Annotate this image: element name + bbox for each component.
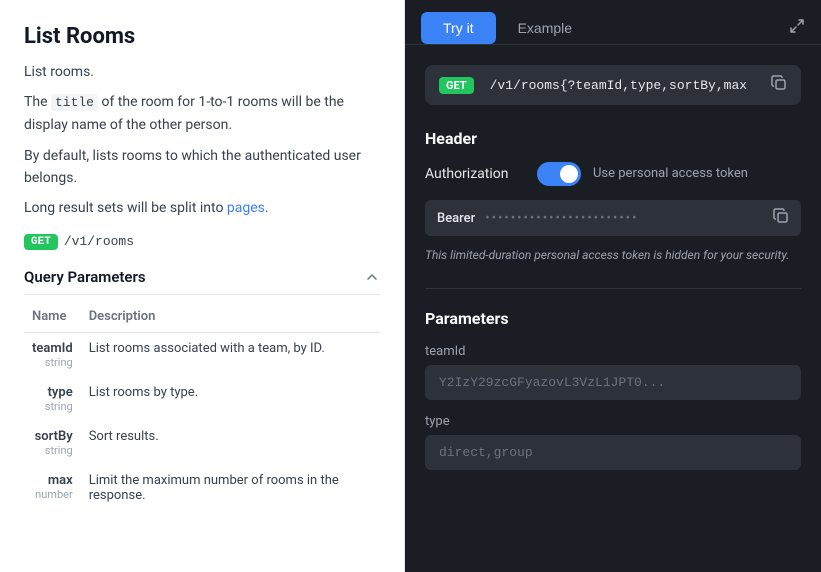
type-input[interactable] bbox=[425, 435, 801, 470]
header-section-title: Header bbox=[425, 129, 801, 148]
endpoint-text: /v1/rooms bbox=[64, 234, 134, 249]
teamid-input[interactable] bbox=[425, 365, 801, 400]
param-input-type: type bbox=[425, 414, 801, 470]
divider bbox=[425, 288, 801, 289]
param-desc-teamid: List rooms associated with a team, by ID… bbox=[81, 332, 380, 377]
tab-bar: Try it Example bbox=[405, 0, 821, 45]
auth-label: Authorization bbox=[425, 166, 525, 182]
param-type-sortby: string bbox=[32, 444, 73, 457]
url-text: /v1/rooms{?teamId,type,sortBy,max bbox=[490, 78, 761, 93]
tab-example[interactable]: Example bbox=[496, 12, 594, 44]
bearer-row: Bearer •••••••••••••••••••••••• bbox=[425, 200, 801, 236]
right-content: GET /v1/rooms{?teamId,type,sortBy,max He… bbox=[405, 45, 821, 504]
table-row: sortBy string Sort results. bbox=[24, 421, 380, 465]
desc-line-4: Long result sets will be split into page… bbox=[24, 197, 380, 219]
auth-desc: Use personal access token bbox=[593, 165, 748, 183]
param-input-teamid: teamId bbox=[425, 344, 801, 400]
table-row: max number Limit the maximum number of r… bbox=[24, 465, 380, 511]
param-input-label-type: type bbox=[425, 414, 801, 429]
bearer-dots: •••••••••••••••••••••••• bbox=[485, 211, 763, 226]
query-params-title: Query Parameters bbox=[24, 268, 146, 286]
chevron-up-icon[interactable] bbox=[364, 269, 380, 285]
param-input-label-teamid: teamId bbox=[425, 344, 801, 359]
params-section: Parameters teamId type bbox=[425, 309, 801, 470]
auth-toggle[interactable] bbox=[537, 162, 581, 186]
method-badge: GET bbox=[24, 234, 58, 250]
param-type-max: number bbox=[32, 488, 73, 501]
param-name-type: type string bbox=[24, 377, 81, 421]
desc-line-2: The title of the room for 1-to-1 rooms w… bbox=[24, 91, 380, 136]
params-section-title: Parameters bbox=[425, 309, 801, 328]
bearer-label: Bearer bbox=[437, 211, 475, 226]
expand-icon[interactable] bbox=[789, 18, 805, 38]
param-type-teamid: string bbox=[32, 356, 73, 369]
copy-url-icon[interactable] bbox=[771, 75, 787, 95]
right-panel: Try it Example GET /v1/rooms{?teamId,typ… bbox=[405, 0, 821, 572]
page-title: List Rooms bbox=[24, 24, 380, 49]
param-desc-sortby: Sort results. bbox=[81, 421, 380, 465]
col-name: Name bbox=[24, 303, 81, 333]
header-section: Header Authorization Use personal access… bbox=[425, 129, 801, 264]
tab-try-it[interactable]: Try it bbox=[421, 12, 496, 44]
table-row: type string List rooms by type. bbox=[24, 377, 380, 421]
endpoint-row: GET /v1/rooms bbox=[24, 234, 380, 250]
copy-bearer-icon[interactable] bbox=[773, 208, 789, 228]
col-description: Description bbox=[81, 303, 380, 333]
security-note: This limited-duration personal access to… bbox=[425, 246, 801, 264]
query-params-header: Query Parameters bbox=[24, 268, 380, 295]
desc-line-1: List rooms. bbox=[24, 61, 380, 83]
param-name-teamid: teamId string bbox=[24, 332, 81, 377]
left-panel: List Rooms List rooms. The title of the … bbox=[0, 0, 405, 572]
param-name-sortby: sortBy string bbox=[24, 421, 81, 465]
table-row: teamId string List rooms associated with… bbox=[24, 332, 380, 377]
param-desc-max: Limit the maximum number of rooms in the… bbox=[81, 465, 380, 511]
param-name-max: max number bbox=[24, 465, 81, 511]
url-method-badge: GET bbox=[439, 77, 474, 94]
description: List rooms. The title of the room for 1-… bbox=[24, 61, 380, 220]
param-type-type: string bbox=[32, 400, 73, 413]
url-bar: GET /v1/rooms{?teamId,type,sortBy,max bbox=[425, 65, 801, 105]
params-table: Name Description teamId string List room… bbox=[24, 303, 380, 511]
auth-row: Authorization Use personal access token bbox=[425, 162, 801, 186]
param-desc-type: List rooms by type. bbox=[81, 377, 380, 421]
pages-link[interactable]: pages bbox=[227, 200, 265, 216]
desc-line-3: By default, lists rooms to which the aut… bbox=[24, 145, 380, 190]
